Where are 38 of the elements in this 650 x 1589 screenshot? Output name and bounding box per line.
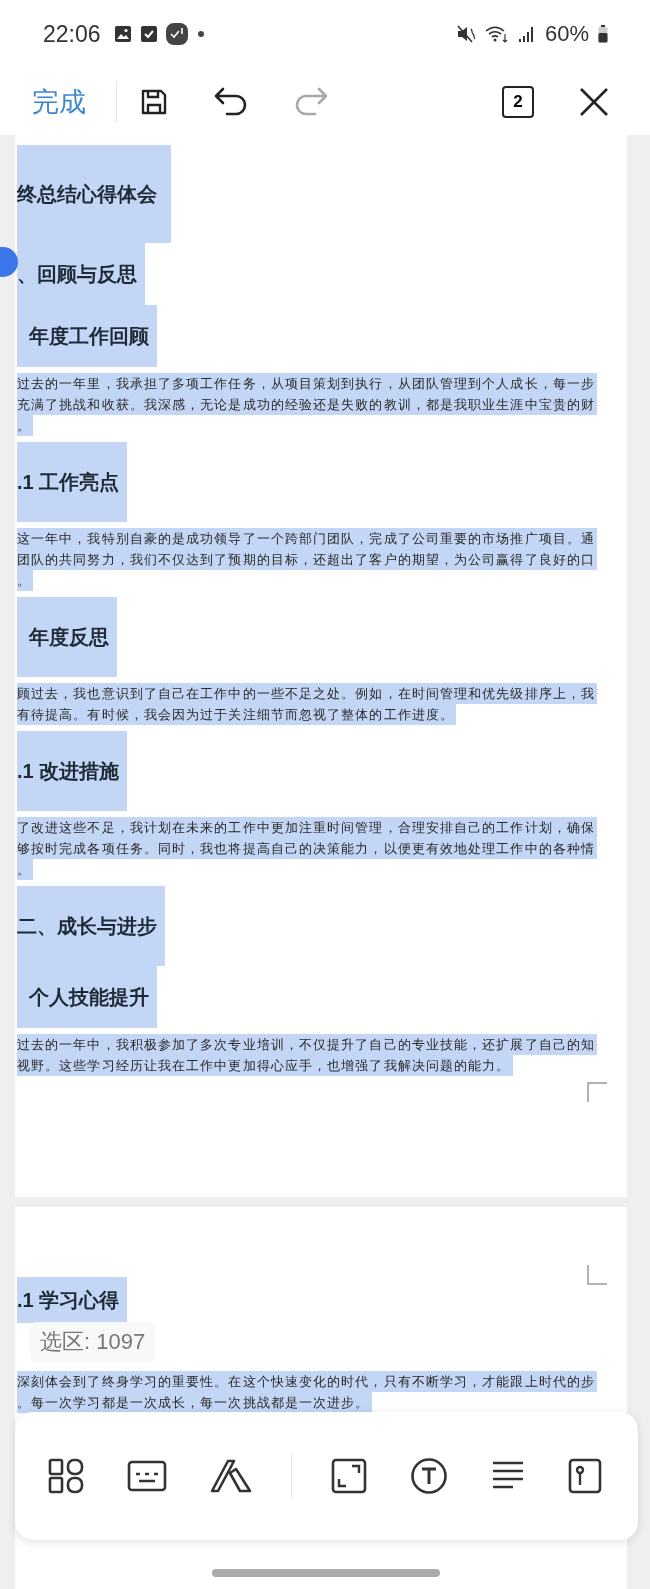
signal-icon [517,25,536,43]
document-heading: 年度工作回顾 [17,305,157,367]
keyboard-icon[interactable] [127,1460,167,1492]
checkbox-icon [140,26,157,42]
wifi-icon [484,24,509,44]
apps-icon[interactable] [48,1458,84,1494]
document-heading: 个人技能提升 [17,966,157,1028]
battery-percent: 60% [544,21,589,47]
document-heading: 、回顾与反思 [17,243,145,305]
undo-icon[interactable] [213,85,249,118]
margin-mark [587,1265,607,1285]
document-paragraph: 这一年中，我特别自豪的是成功领导了一个跨部门团队，完成了公司重要的市场推广项目。通 团队的共同努力，我们不仅达到了预期的目标，还超出了客户的期望，为公司赢得了良好的口 。 [17,528,627,591]
margin-mark [587,1082,607,1102]
document-paragraph: 了改进这些不足，我计划在未来的工作中更加注重时间管理，合理安排自己的工作计划，确保 够按时完成各项任务。同时，我也将提高自己的决策能力，以便更有效地处理工作中的各种情 。 [17,817,627,880]
battery-icon [598,25,608,43]
mute-icon [455,24,476,44]
document-paragraph: 过去的一年里，我承担了多项工作任务，从项目策划到执行，从团队管理到个人成长，每一步 充满了挑战和收获。我深感，无论是成功的经验还是失败的教训，都是我职业生涯中宝贵的财 。 [17,373,627,436]
done-button[interactable]: 完成 [28,81,90,122]
dot-icon [196,30,205,38]
document-heading: 二、成长与进步 [17,886,165,966]
status-time: 22:06 [43,20,101,48]
document-heading: .1 改进措施 [17,731,128,811]
page-count-button[interactable]: 2 [502,85,534,118]
badge-icon [165,23,188,45]
text-tool-icon[interactable] [410,1457,448,1495]
document-paragraph: 深刻体会到了终身学习的重要性。在这个快速变化的时代，只有不断学习，才能跟上时代的步 。每一次学习都是一次成长，每一次挑战都是一次进步。 [17,1371,627,1413]
document-paragraph: 顾过去，我也意识到了自己在工作中的一些不足之处。例如，在时间管理和优先级排序上，我 有待提高。有时候，我会因为过于关注细节而忽视了整体的工作进度。 [17,683,627,725]
document-paragraph: 过去的一年中，我积极参加了多次专业培训，不仅提升了自己的专业技能，还扩展了自己的知 视野。这些学习经历让我在工作中更加得心应手，也增强了我解决问题的能力。 [17,1034,627,1076]
format-icon[interactable] [210,1459,252,1493]
document-heading: .1 学习心得 [17,1277,128,1323]
fullscreen-icon[interactable] [331,1458,367,1494]
image-icon[interactable] [568,1458,602,1494]
document-heading: 年度反思 [17,597,117,677]
image-icon [113,25,132,43]
close-icon[interactable] [578,85,610,118]
document-heading: .1 工作亮点 [17,442,128,522]
selection-count: 选区: 1097 [30,1322,156,1362]
document-heading: 终总结心得体会 [17,145,171,243]
